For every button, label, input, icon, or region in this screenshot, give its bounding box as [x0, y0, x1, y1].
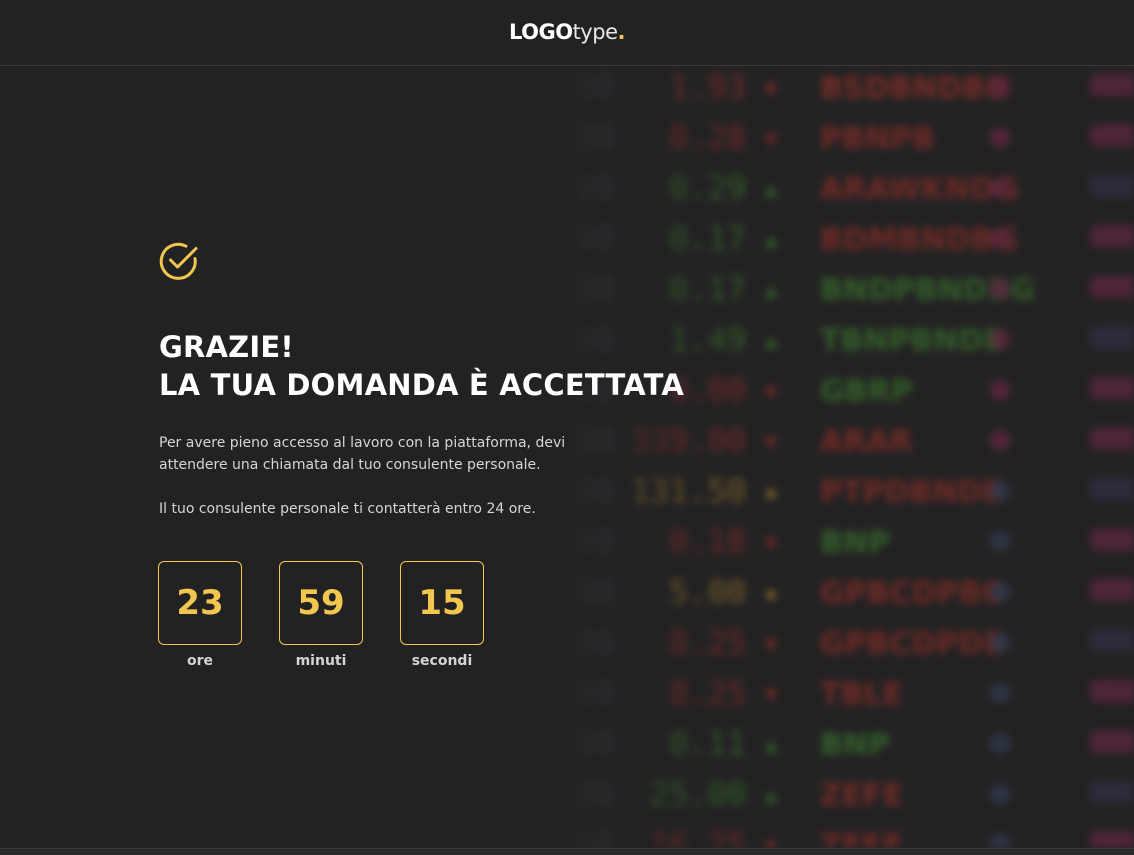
countdown-timer: 23 ore 59 minuti 15 secondi — [158, 561, 484, 669]
title-line-1: GRAZIE! — [159, 330, 294, 364]
logo-dot: . — [617, 20, 626, 44]
logo-bold-text: LOGO — [509, 20, 573, 44]
countdown-hours: 23 ore — [158, 561, 242, 669]
logo[interactable]: LOGOtype. — [509, 20, 626, 44]
countdown-seconds: 15 secondi — [400, 561, 484, 669]
seconds-value: 15 — [400, 561, 484, 645]
contact-note-text: Il tuo consulente personale ti contatter… — [159, 501, 536, 517]
countdown-minutes: 59 minuti — [279, 561, 363, 669]
hours-value: 23 — [158, 561, 242, 645]
title-line-2: LA TUA DOMANDA È ACCETTATA — [159, 368, 684, 402]
minutes-value: 59 — [279, 561, 363, 645]
minutes-label: minuti — [295, 653, 347, 669]
site-header: LOGOtype. — [0, 0, 1134, 66]
description-text: Per avere pieno accesso al lavoro con la… — [159, 435, 566, 473]
check-circle-icon — [159, 242, 198, 280]
page-title: GRAZIE! LA TUA DOMANDA È ACCETTATA — [159, 328, 684, 404]
hours-label: ore — [186, 653, 214, 669]
logo-light-text: type — [572, 20, 618, 44]
seconds-label: secondi — [411, 653, 473, 669]
